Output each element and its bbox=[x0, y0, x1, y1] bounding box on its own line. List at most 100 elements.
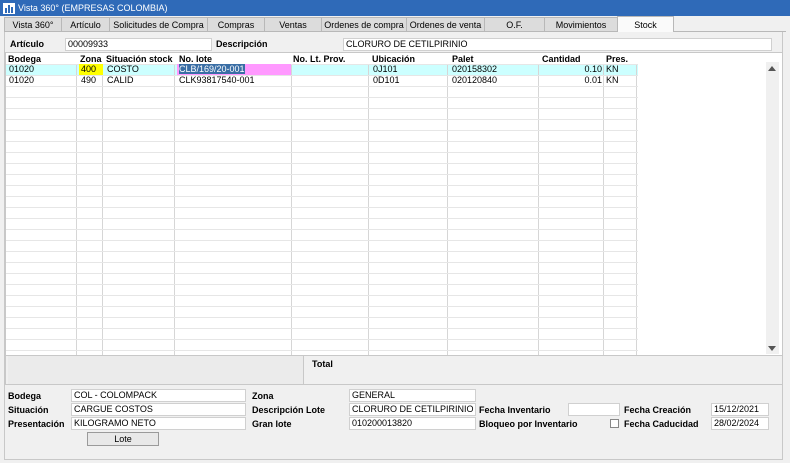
descripcion-label: Descripción bbox=[216, 39, 268, 49]
presentacion-label: Presentación bbox=[8, 419, 65, 429]
row2-ubicacion[interactable]: 0D101 bbox=[371, 75, 400, 86]
tab-compras[interactable]: Compras bbox=[207, 17, 265, 32]
row2-lote-prov[interactable] bbox=[292, 75, 294, 86]
desc-lote-field[interactable]: CLORURO DE CETILPIRINIO bbox=[349, 403, 476, 416]
grid-row-line bbox=[6, 163, 638, 164]
fecha-inventario-field[interactable] bbox=[568, 403, 620, 416]
row1-situacion[interactable]: COSTO bbox=[105, 64, 139, 75]
grid-row-line bbox=[6, 108, 638, 109]
grid-row-line bbox=[6, 306, 638, 307]
fecha-caducidad-label: Fecha Caducidad bbox=[624, 419, 699, 429]
col-header-ubicacion[interactable]: Ubicación bbox=[372, 54, 415, 64]
grid-row-line bbox=[6, 328, 638, 329]
tab-articulo[interactable]: Artículo bbox=[61, 17, 110, 32]
grid-row-line bbox=[6, 317, 638, 318]
app-icon bbox=[3, 2, 15, 14]
bodega-field[interactable]: COL - COLOMPACK bbox=[71, 389, 246, 402]
bloqueo-inventario-label: Bloqueo por Inventario bbox=[479, 419, 578, 429]
row2-cantidad[interactable]: 0.01 bbox=[541, 75, 603, 86]
gran-lote-label: Gran lote bbox=[252, 419, 292, 429]
row1-lote[interactable]: CLB/169/20-001 bbox=[177, 64, 291, 75]
row2-bodega[interactable]: 01020 bbox=[7, 75, 34, 86]
grid-row-line bbox=[6, 185, 638, 186]
col-header-pres[interactable]: Pres. bbox=[606, 54, 628, 64]
presentacion-field[interactable]: KILOGRAMO NETO bbox=[71, 417, 246, 430]
situacion-label: Situación bbox=[8, 405, 49, 415]
total-left-box bbox=[8, 356, 304, 384]
grid-row-line bbox=[6, 196, 638, 197]
fecha-creacion-label: Fecha Creación bbox=[624, 405, 692, 415]
stock-panel: Artículo 00009933 Descripción CLORURO DE… bbox=[4, 32, 783, 460]
row1-bodega[interactable]: 01020 bbox=[7, 64, 34, 75]
grid-row-line bbox=[6, 86, 638, 87]
gran-lote-field[interactable]: 010200013820 bbox=[349, 417, 476, 430]
tab-of[interactable]: O.F. bbox=[484, 17, 545, 32]
title-bar: Vista 360° (EMPRESAS COLOMBIA) bbox=[0, 0, 790, 16]
grid-row-line bbox=[6, 207, 638, 208]
total-bar: Total bbox=[5, 355, 783, 385]
grid-row-line bbox=[6, 240, 638, 241]
detail-panel: Bodega COL - COLOMPACK Situación CARGUE … bbox=[5, 387, 783, 460]
row2-pres[interactable]: KN bbox=[604, 75, 619, 86]
row2-situacion[interactable]: CALID bbox=[105, 75, 134, 86]
window-title: Vista 360° (EMPRESAS COLOMBIA) bbox=[18, 3, 168, 13]
tab-stock[interactable]: Stock bbox=[617, 16, 674, 32]
fecha-creacion-field[interactable]: 15/12/2021 bbox=[711, 403, 769, 416]
row1-lote-text[interactable]: CLB/169/20-001 bbox=[179, 64, 245, 74]
tab-ventas[interactable]: Ventas bbox=[264, 17, 322, 32]
grid-row-line bbox=[6, 262, 638, 263]
bloqueo-inventario-checkbox[interactable] bbox=[610, 419, 619, 428]
grid-scrollbar[interactable] bbox=[766, 62, 779, 354]
bodega-label: Bodega bbox=[8, 391, 42, 401]
zona-label: Zona bbox=[252, 391, 274, 401]
grid-row-line bbox=[6, 141, 638, 142]
zona-field[interactable]: GENERAL bbox=[349, 389, 476, 402]
grid-row-line bbox=[6, 350, 638, 351]
grid-row-line bbox=[6, 251, 638, 252]
grid-row-line bbox=[6, 152, 638, 153]
tab-solicitudes-compra[interactable]: Solicitudes de Compra bbox=[109, 17, 208, 32]
col-header-palet[interactable]: Palet bbox=[452, 54, 474, 64]
grid-row-line bbox=[6, 273, 638, 274]
row1-cantidad[interactable]: 0.10 bbox=[541, 64, 603, 75]
col-header-lote-prov[interactable]: No. Lt. Prov. bbox=[293, 54, 345, 64]
tab-strip: Vista 360° Artículo Solicitudes de Compr… bbox=[4, 16, 674, 32]
col-header-situacion[interactable]: Situación stock bbox=[106, 54, 173, 64]
fecha-caducidad-field[interactable]: 28/02/2024 bbox=[711, 417, 769, 430]
row1-ubicacion[interactable]: 0J101 bbox=[371, 64, 398, 75]
tab-ordenes-compra[interactable]: Ordenes de compra bbox=[321, 17, 407, 32]
grid-row-line bbox=[6, 284, 638, 285]
row1-palet[interactable]: 020158302 bbox=[450, 64, 497, 75]
grid-row-line bbox=[6, 295, 638, 296]
stock-grid: Bodega Zona Situación stock No. lote No.… bbox=[5, 52, 783, 356]
col-header-zona[interactable]: Zona bbox=[80, 54, 102, 64]
row2-lote[interactable]: CLK93817540-001 bbox=[177, 75, 255, 86]
row2-palet[interactable]: 020120840 bbox=[450, 75, 497, 86]
articulo-label: Artículo bbox=[10, 39, 45, 49]
grid-row-line bbox=[6, 218, 638, 219]
row1-pres[interactable]: KN bbox=[604, 64, 619, 75]
col-header-lote[interactable]: No. lote bbox=[179, 54, 212, 64]
fecha-inventario-label: Fecha Inventario bbox=[479, 405, 551, 415]
total-label: Total bbox=[312, 359, 333, 369]
tab-ordenes-venta[interactable]: Ordenes de venta bbox=[406, 17, 485, 32]
scroll-down-icon[interactable] bbox=[768, 346, 776, 351]
grid-row-line bbox=[6, 130, 638, 131]
tab-vista-360[interactable]: Vista 360° bbox=[4, 17, 62, 32]
lote-button[interactable]: Lote bbox=[87, 432, 159, 446]
grid-row-line bbox=[6, 97, 638, 98]
scroll-up-icon[interactable] bbox=[768, 66, 776, 71]
tab-movimientos[interactable]: Movimientos bbox=[544, 17, 618, 32]
row2-zona[interactable]: 490 bbox=[79, 75, 96, 86]
col-header-bodega[interactable]: Bodega bbox=[8, 54, 41, 64]
grid-row-line bbox=[6, 119, 638, 120]
row1-lote-prov[interactable] bbox=[292, 64, 294, 75]
grid-row-line bbox=[6, 174, 638, 175]
grid-row-line bbox=[6, 339, 638, 340]
desc-lote-label: Descripción Lote bbox=[252, 405, 326, 415]
row1-zona[interactable]: 400 bbox=[79, 64, 103, 75]
articulo-field[interactable]: 00009933 bbox=[65, 38, 212, 51]
col-header-cantidad[interactable]: Cantidad bbox=[542, 54, 581, 64]
descripcion-field[interactable]: CLORURO DE CETILPIRINIO bbox=[343, 38, 772, 51]
situacion-field[interactable]: CARGUE COSTOS bbox=[71, 403, 246, 416]
